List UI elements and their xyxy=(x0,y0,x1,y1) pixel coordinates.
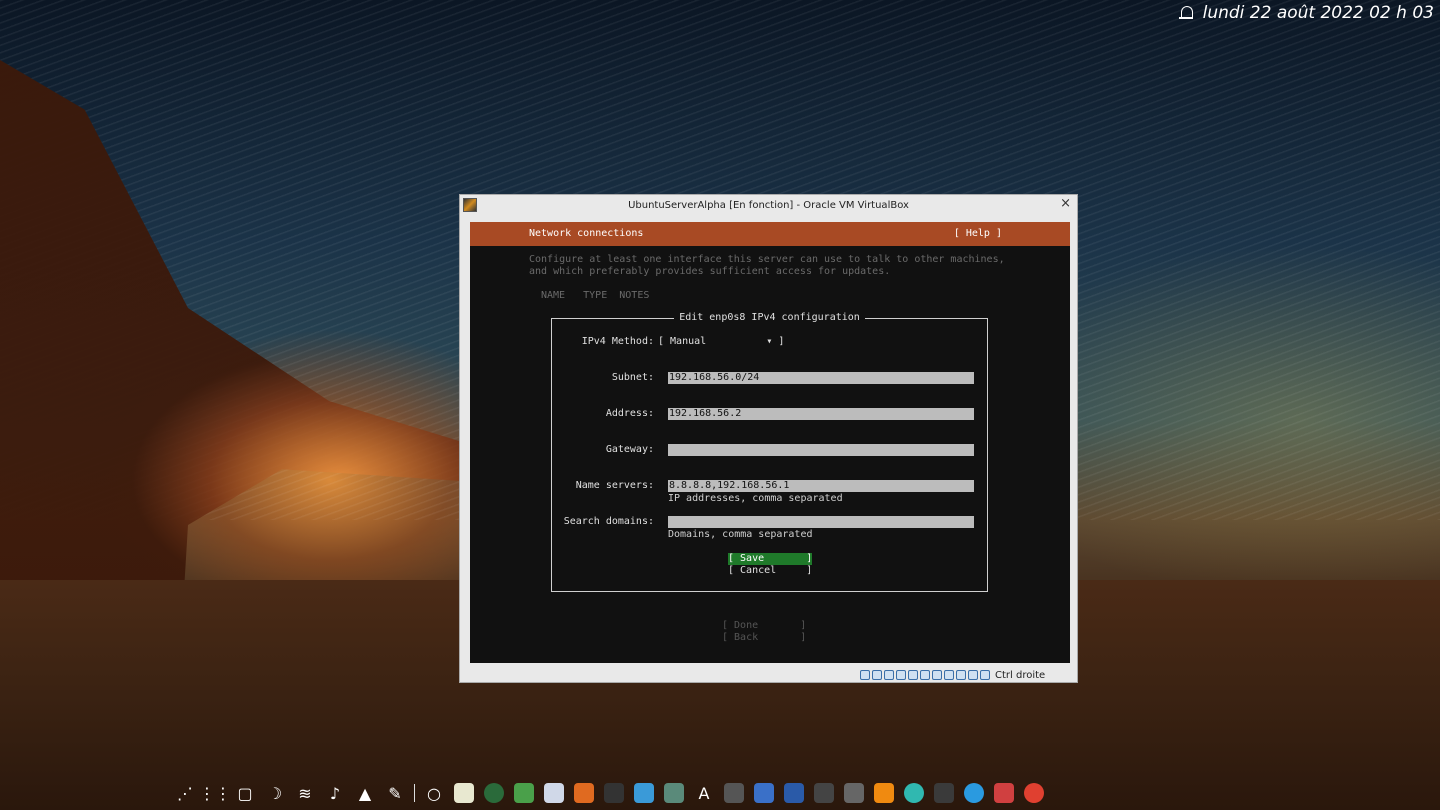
archive-icon[interactable] xyxy=(989,778,1019,808)
mail-icon[interactable] xyxy=(899,778,929,808)
notes-icon[interactable] xyxy=(509,778,539,808)
vm-screen[interactable]: Network connections [ Help ] Configure a… xyxy=(470,222,1070,663)
subnet-input[interactable]: 192.168.56.0/24 xyxy=(668,372,974,384)
installer-description: Configure at least one interface this se… xyxy=(529,254,1005,277)
telegram-icon[interactable] xyxy=(959,778,989,808)
keyboard-icon[interactable] xyxy=(980,670,990,680)
top-panel: lundi 22 août 2022 02 h 03 xyxy=(1178,2,1434,24)
store-icon[interactable] xyxy=(749,778,779,808)
dialog-title: Edit enp0s8 IPv4 configuration xyxy=(552,312,987,323)
taskbar-separator xyxy=(414,784,415,802)
volume-icon[interactable]: ♪ xyxy=(320,778,350,808)
installer-title: Network connections xyxy=(529,228,644,239)
clock[interactable]: lundi 22 août 2022 02 h 03 xyxy=(1203,3,1434,23)
address-input[interactable]: 192.168.56.2 xyxy=(668,408,974,420)
chrome-icon[interactable] xyxy=(1019,778,1049,808)
help-button[interactable]: [ Help ] xyxy=(954,228,1002,239)
inkscape-icon[interactable] xyxy=(839,778,869,808)
font-icon[interactable]: A xyxy=(689,778,719,808)
notification-bell-icon[interactable] xyxy=(1178,5,1193,21)
hard-disk-icon[interactable] xyxy=(860,670,870,680)
recording-icon[interactable] xyxy=(944,670,954,680)
color-picker-icon[interactable]: ✎ xyxy=(380,778,410,808)
ipv4-config-dialog: Edit enp0s8 IPv4 configuration IPv4 Meth… xyxy=(551,312,988,592)
cpu-icon[interactable] xyxy=(956,670,966,680)
address-label: Address: xyxy=(605,408,654,419)
cancel-button[interactable]: [ Cancel ] xyxy=(728,565,812,577)
console-icon[interactable] xyxy=(929,778,959,808)
audio-icon[interactable] xyxy=(884,670,894,680)
circle-icon[interactable]: ○ xyxy=(419,778,449,808)
launcher-icon[interactable]: ⋰ xyxy=(170,778,200,808)
calculator-icon[interactable] xyxy=(719,778,749,808)
text-editor-icon[interactable] xyxy=(449,778,479,808)
window-close-button[interactable]: × xyxy=(1060,197,1071,211)
display-icon[interactable] xyxy=(932,670,942,680)
night-light-icon[interactable]: ☽ xyxy=(260,778,290,808)
installer-header: Network connections [ Help ] xyxy=(470,222,1070,246)
name-servers-label: Name servers: xyxy=(575,480,654,491)
vlc-icon[interactable] xyxy=(869,778,899,808)
app-icon[interactable] xyxy=(569,778,599,808)
tray-arrow-icon[interactable]: ▲ xyxy=(350,778,380,808)
word-icon[interactable] xyxy=(779,778,809,808)
apps-grid-icon[interactable]: ⋮⋮ xyxy=(199,778,231,808)
usb-icon[interactable] xyxy=(908,670,918,680)
browser-icon[interactable] xyxy=(479,778,509,808)
search-domains-hint: Domains, comma separated xyxy=(668,529,813,540)
image-viewer-icon[interactable] xyxy=(659,778,689,808)
search-domains-label: Search domains: xyxy=(563,516,654,527)
subnet-label: Subnet: xyxy=(611,372,654,383)
optical-drive-icon[interactable] xyxy=(872,670,882,680)
window-titlebar[interactable]: UbuntuServerAlpha [En fonction] - Oracle… xyxy=(460,195,1077,215)
back-button[interactable]: [ Back ] xyxy=(722,632,806,644)
search-domains-input[interactable] xyxy=(668,516,974,528)
game-icon[interactable] xyxy=(809,778,839,808)
host-key-label: Ctrl droite xyxy=(995,669,1046,681)
vm-statusbar: Ctrl droite xyxy=(860,667,1045,683)
virtualbox-window: UbuntuServerAlpha [En fonction] - Oracle… xyxy=(459,194,1078,683)
gateway-label: Gateway: xyxy=(605,444,654,455)
ipv4-method-dropdown[interactable]: [ Manual ▾ ] xyxy=(658,336,784,347)
terminal-icon[interactable] xyxy=(599,778,629,808)
virtualbox-icon[interactable] xyxy=(539,778,569,808)
wifi-icon[interactable]: ≋ xyxy=(290,778,320,808)
mouse-integration-icon[interactable] xyxy=(968,670,978,680)
shared-folders-icon[interactable] xyxy=(920,670,930,680)
gateway-input[interactable] xyxy=(668,444,974,456)
name-servers-hint: IP addresses, comma separated xyxy=(668,493,843,504)
window-title: UbuntuServerAlpha [En fonction] - Oracle… xyxy=(628,199,909,211)
network-icon[interactable] xyxy=(896,670,906,680)
interface-column-headers: NAME TYPE NOTES xyxy=(541,290,650,301)
save-button[interactable]: [ Save ] xyxy=(728,553,812,565)
done-button[interactable]: [ Done ] xyxy=(722,620,806,632)
name-servers-input[interactable]: 8.8.8.8,192.168.56.1 xyxy=(668,480,974,492)
files-icon[interactable] xyxy=(629,778,659,808)
desktop-icon[interactable]: ▢ xyxy=(230,778,260,808)
ipv4-method-label: IPv4 Method: xyxy=(581,336,654,347)
taskbar: ⋰ ⋮⋮ ▢ ☽ ≋ ♪ ▲ ✎ ○ A xyxy=(170,778,1049,808)
